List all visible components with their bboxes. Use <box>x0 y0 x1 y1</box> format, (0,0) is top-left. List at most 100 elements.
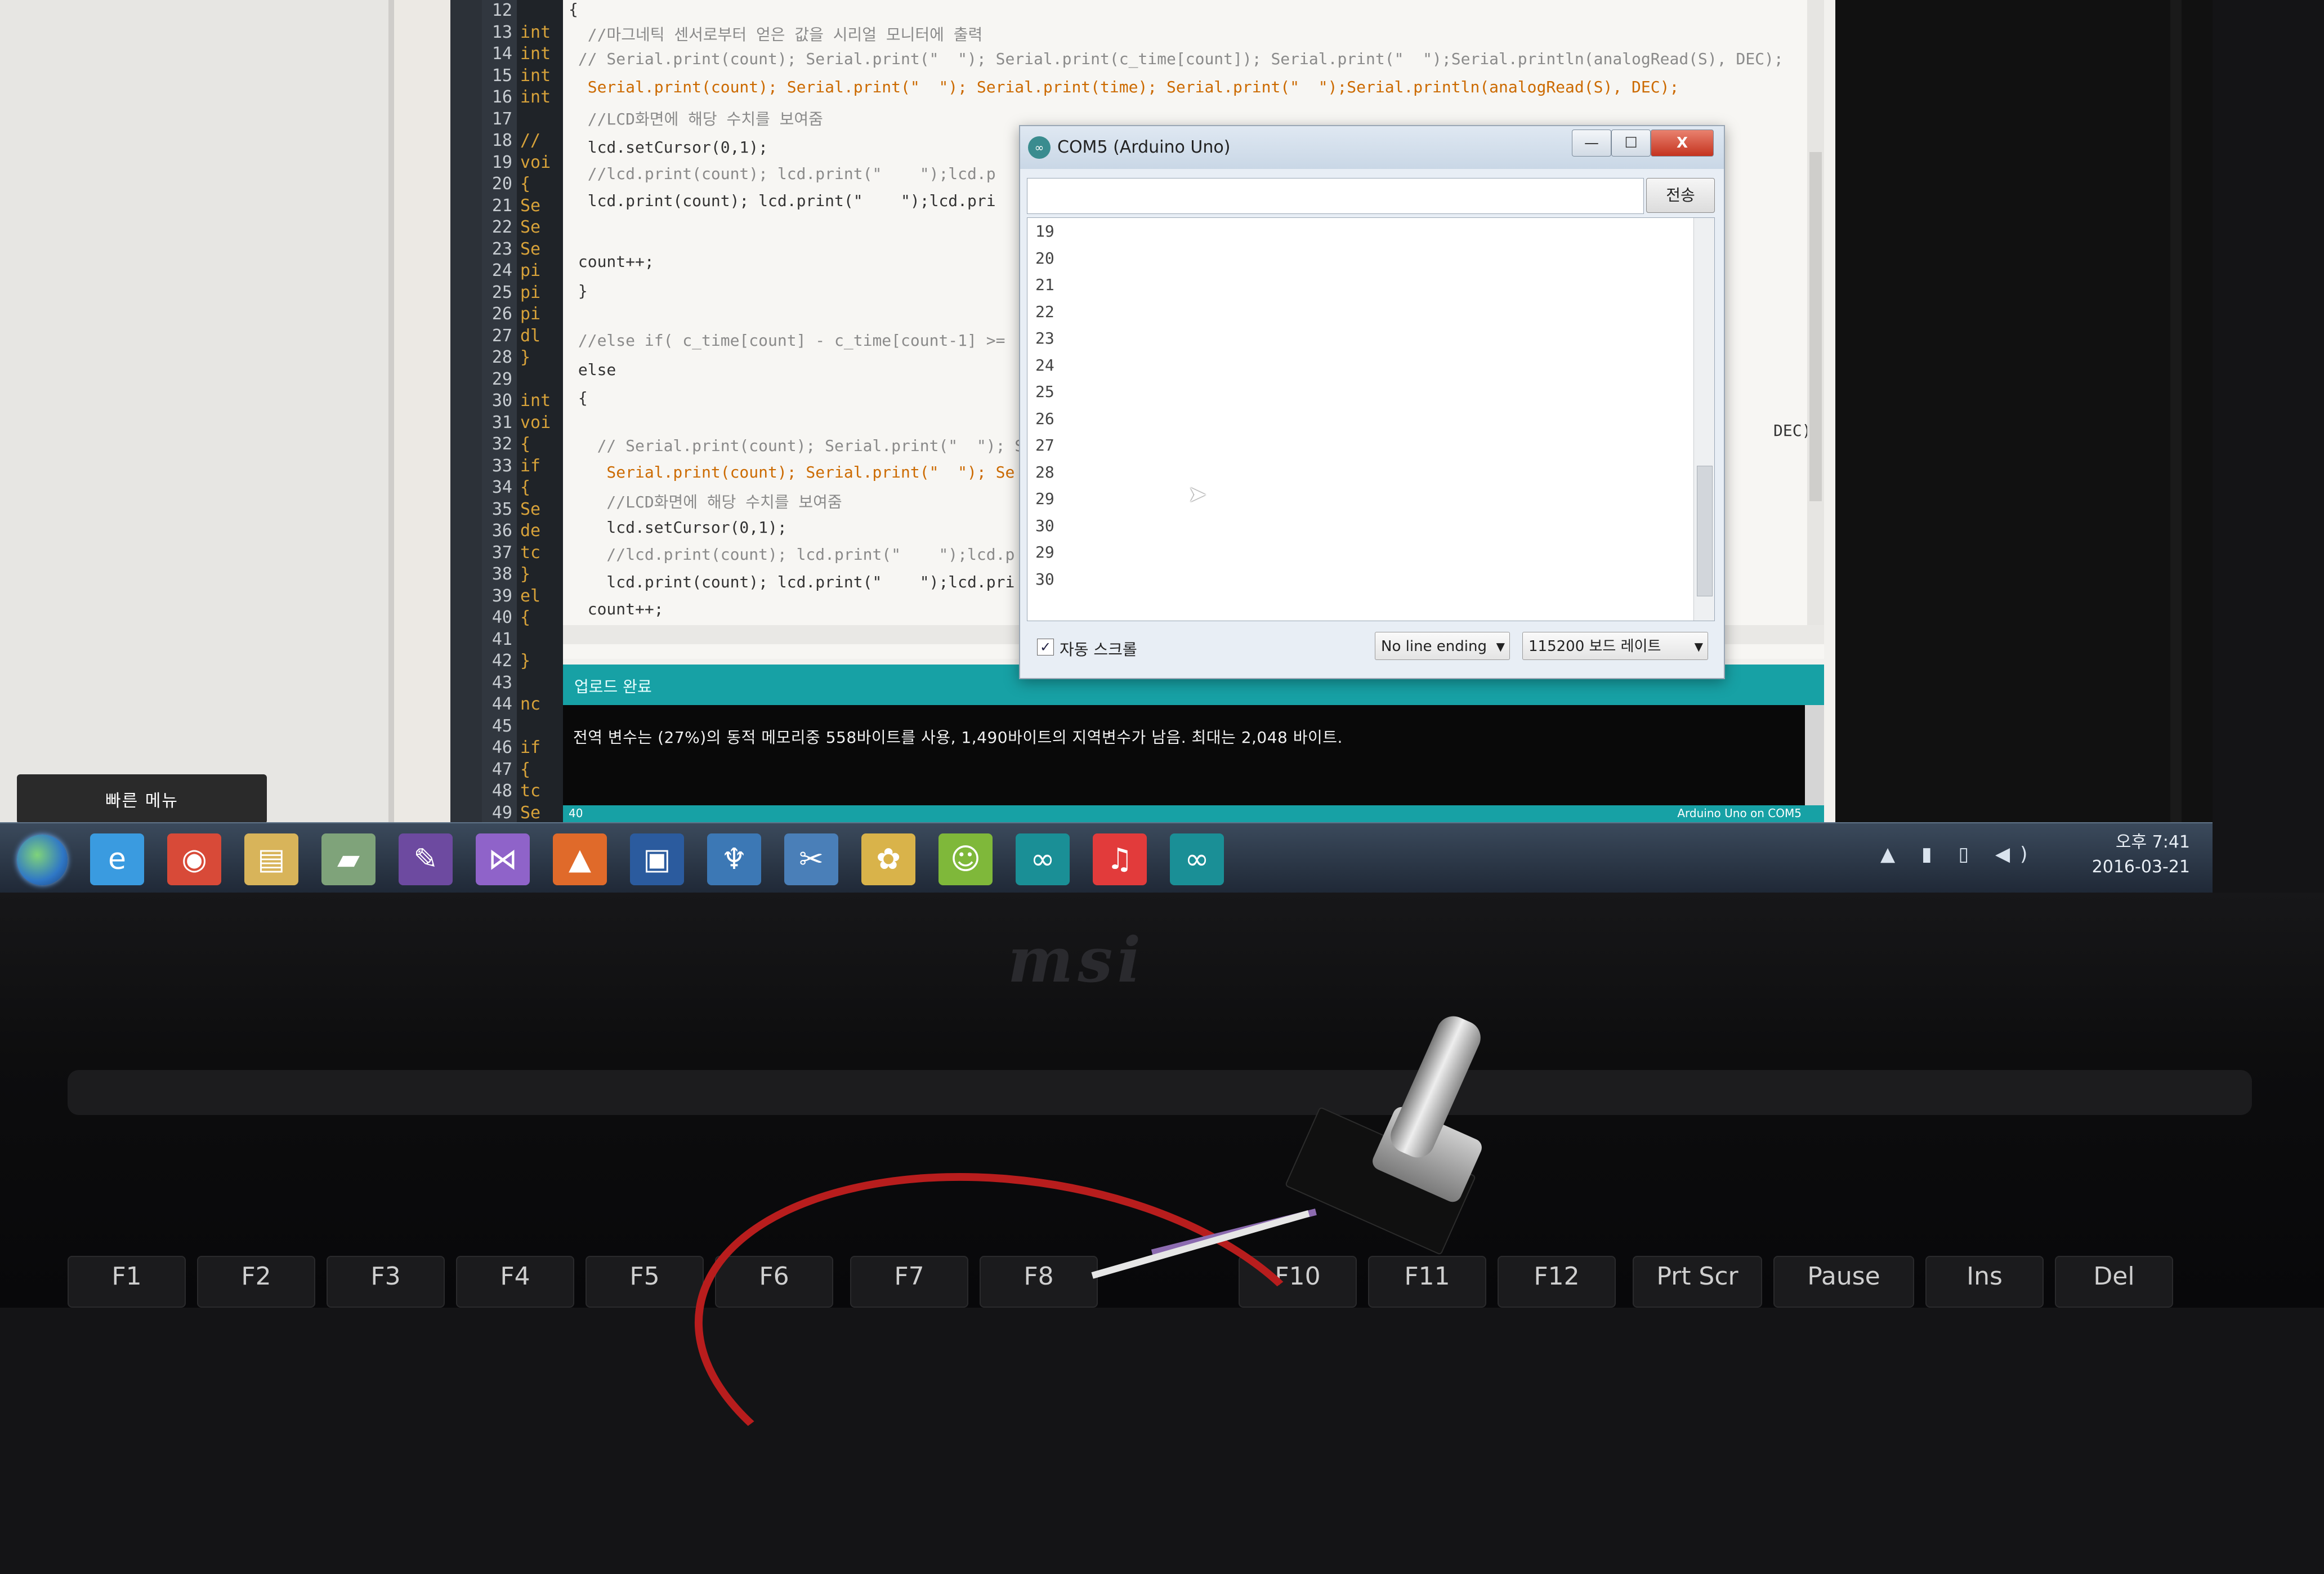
notebook-icon[interactable]: ▰ <box>321 833 376 885</box>
code-fragment: { <box>520 608 531 627</box>
python-icon[interactable]: ♆ <box>707 833 761 885</box>
serial-output-line: 22 <box>1035 302 1054 321</box>
line-number: 12 <box>491 1 512 20</box>
serial-output-line: 28 <box>1035 462 1054 481</box>
code-fragment <box>517 716 563 738</box>
code-line: { <box>569 389 588 407</box>
line-number: 47 <box>491 759 512 779</box>
code-fragment: voi <box>520 152 551 172</box>
code-line: //else if( c_time[count] - c_time[count-… <box>569 331 1005 350</box>
send-button[interactable]: 전송 <box>1646 178 1715 213</box>
line-number: 42 <box>491 651 512 671</box>
console-scrollbar[interactable] <box>1805 705 1824 805</box>
line-number: 32 <box>491 434 512 454</box>
maximize-button[interactable]: ☐ <box>1611 130 1651 157</box>
serial-output-area[interactable]: 19 20 21 22 23 24 25 26 27 28 29 30 29 30 <box>1027 217 1715 621</box>
matlab-icon[interactable]: ▲ <box>553 833 607 885</box>
line-ending-value: No line ending <box>1381 638 1487 655</box>
right-window-scrollbar[interactable] <box>2170 0 2182 822</box>
window-edge <box>388 0 394 828</box>
keyboard-key: Pause <box>1773 1256 1914 1308</box>
visual-studio-icon[interactable]: ⋈ <box>476 833 530 885</box>
serial-monitor-titlebar[interactable]: ∞ COM5 (Arduino Uno) — ☐ X <box>1020 126 1724 169</box>
code-line: lcd.print(count); lcd.print(" ");lcd.pri <box>569 573 1015 591</box>
onenote-icon[interactable]: ✎ <box>399 833 453 885</box>
android-icon[interactable]: ☺ <box>938 833 993 885</box>
code-line: Serial.print(count); Serial.print(" "); … <box>569 463 1015 481</box>
music-app-icon[interactable]: ♫ <box>1093 833 1147 885</box>
keyboard-key: F4 <box>456 1256 574 1308</box>
code-fragment: // <box>520 131 541 150</box>
serial-output-line: 30 <box>1035 569 1054 588</box>
paint-icon[interactable]: ✿ <box>861 833 915 885</box>
right-background-window <box>1835 0 2213 822</box>
serial-send-input[interactable] <box>1027 178 1644 214</box>
quick-menu-button[interactable]: 빠른 메뉴 <box>17 774 267 824</box>
line-number: 48 <box>491 781 512 801</box>
code-fragment: tc <box>520 781 541 801</box>
keyboard-key: F12 <box>1498 1256 1616 1308</box>
code-line: count++; <box>569 252 654 271</box>
ie-icon[interactable]: e <box>90 833 144 885</box>
tray-status-icons[interactable]: ▲ ▮ ▯ ◀) <box>1880 843 2037 866</box>
line-number: 46 <box>491 738 512 757</box>
line-number: 26 <box>491 304 512 324</box>
chevron-down-icon: ▼ <box>1694 640 1703 653</box>
serial-output-line: 30 <box>1035 516 1054 535</box>
autoscroll-checkbox[interactable]: ✓ <box>1037 639 1054 656</box>
minimize-button[interactable]: — <box>1572 130 1611 157</box>
code-line: // Serial.print(count); Serial.print(" "… <box>569 50 1784 68</box>
line-number: 18 <box>491 131 512 150</box>
code-fragment: pi <box>520 261 541 280</box>
window-title: COM5 (Arduino Uno) <box>1057 137 1231 157</box>
keyboard-key: Prt Scr <box>1633 1256 1762 1308</box>
scroll-thumb[interactable] <box>1809 152 1822 501</box>
editor-vertical-scrollbar[interactable] <box>1807 0 1824 625</box>
code-fragment: if <box>520 456 541 476</box>
code-fragment: nc <box>520 694 541 714</box>
code-line: // Serial.print(count); Serial.print(" "… <box>569 436 1025 455</box>
line-number: 30 <box>491 391 512 411</box>
brand-logo: msi <box>1008 924 1146 996</box>
line-number: 20 <box>491 174 512 194</box>
keyboard-key: Ins <box>1925 1256 2044 1308</box>
scroll-thumb[interactable] <box>1697 466 1713 596</box>
line-number: 15 <box>491 65 512 86</box>
line-number: 39 <box>491 586 512 606</box>
code-fragment <box>517 369 563 391</box>
code-fragment: int <box>520 65 551 86</box>
start-button[interactable] <box>17 835 68 885</box>
code-fragment: Se <box>520 195 541 216</box>
code-fragment: } <box>520 347 531 367</box>
close-button[interactable]: X <box>1651 130 1714 157</box>
baud-rate-value: 115200 보드 레이트 <box>1529 638 1661 655</box>
keyboard-key: F3 <box>327 1256 445 1308</box>
baud-rate-select[interactable]: 115200 보드 레이트 ▼ <box>1522 632 1708 660</box>
line-number-column: 12 13 14 15 16 17 18 19 20 21 22 23 24 25 26 27 28 29 30 31… <box>482 0 517 844</box>
line-number: 37 <box>491 542 512 563</box>
line-number: 27 <box>491 325 512 346</box>
system-tray: ▲ ▮ ▯ ◀) 오후 7:41 2016-03-21 <box>1880 823 2196 893</box>
code-fragment: if <box>520 738 541 757</box>
code-line: //lcd.print(count); lcd.print(" ");lcd.p <box>569 545 1015 564</box>
code-line: lcd.setCursor(0,1); <box>569 518 787 537</box>
line-number: 23 <box>491 239 512 259</box>
powershell-icon[interactable]: ▣ <box>630 833 684 885</box>
output-scrollbar[interactable] <box>1693 218 1714 621</box>
line-number: 44 <box>491 694 512 714</box>
clock-time[interactable]: 오후 7:41 <box>2116 828 2190 853</box>
code-fragment: } <box>520 651 531 671</box>
serial-output-line: 27 <box>1035 436 1054 454</box>
snipping-tool-icon[interactable]: ✂ <box>784 833 838 885</box>
file-explorer-icon[interactable]: ▤ <box>244 833 298 885</box>
keyboard-key: F11 <box>1368 1256 1486 1308</box>
chrome-icon[interactable]: ◉ <box>167 833 221 885</box>
code-fragment: int <box>520 22 551 42</box>
code-fragment: { <box>520 174 531 194</box>
line-ending-select[interactable]: No line ending ▼ <box>1375 632 1510 660</box>
arduino-ide-icon[interactable]: ∞ <box>1170 833 1224 885</box>
clock-date[interactable]: 2016-03-21 <box>2092 857 2190 877</box>
line-number: 28 <box>491 347 512 367</box>
code-fragment: { <box>520 434 531 454</box>
arduino-icon[interactable]: ∞ <box>1016 833 1070 885</box>
